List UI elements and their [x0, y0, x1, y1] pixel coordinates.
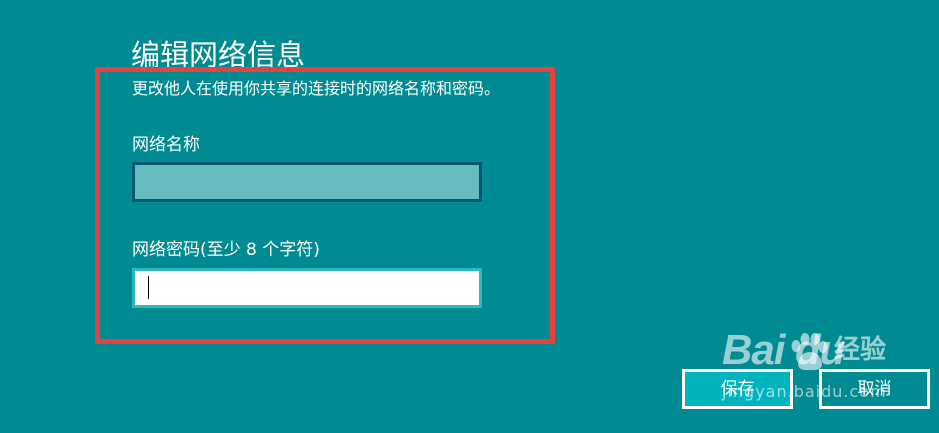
network-password-input[interactable]	[132, 268, 482, 308]
network-password-label: 网络密码(至少 8 个字符)	[132, 240, 320, 260]
description-text: 更改他人在使用你共享的连接时的网络名称和密码。	[132, 79, 501, 98]
watermark-url-text: jingyan.baidu.com	[722, 382, 887, 401]
text-caret	[148, 276, 149, 299]
network-name-label: 网络名称	[132, 135, 200, 155]
edit-network-dialog: { "page": { "title": "编辑网络信息", "descript…	[0, 0, 939, 433]
baidu-jingyan-watermark: Bai du 经验 jingyan.baidu.com	[722, 326, 897, 408]
network-name-input[interactable]	[132, 162, 482, 202]
watermark-jingyan-text: 经验	[834, 335, 887, 365]
paw-icon	[791, 333, 828, 371]
